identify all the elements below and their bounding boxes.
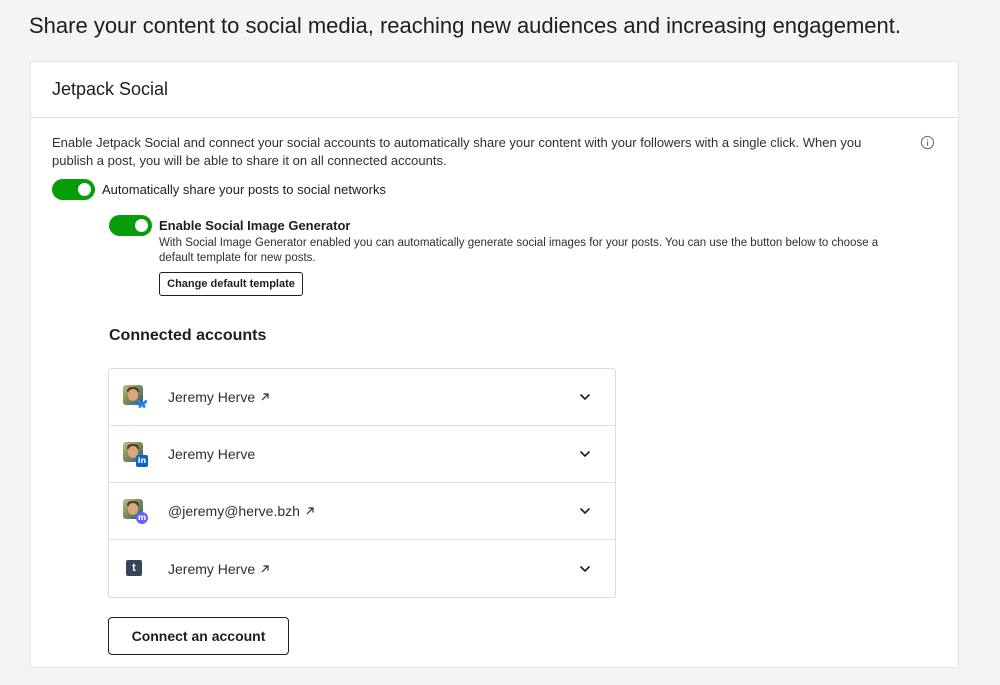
change-default-template-button[interactable]: Change default template — [159, 272, 303, 296]
butterfly-icon — [136, 398, 148, 410]
image-generator-title: Enable Social Image Generator — [159, 218, 351, 233]
page-headline: Share your content to social media, reac… — [29, 13, 901, 38]
info-icon[interactable] — [920, 135, 935, 150]
auto-share-toggle[interactable] — [52, 179, 95, 200]
avatar: m — [123, 499, 148, 524]
card-header: Jetpack Social — [31, 62, 958, 118]
avatar — [123, 385, 147, 409]
account-name: Jeremy Herve — [168, 446, 256, 462]
auto-share-label: Automatically share your posts to social… — [102, 182, 386, 197]
account-row-mastodon[interactable]: m @jeremy@herve.bzh — [109, 483, 615, 540]
account-name: Jeremy Herve — [168, 561, 270, 577]
account-row-bluesky[interactable]: Jeremy Herve — [109, 369, 615, 426]
card-title: Jetpack Social — [52, 79, 169, 99]
account-name: @jeremy@herve.bzh — [168, 503, 315, 519]
account-row-linkedin[interactable]: in Jeremy Herve — [109, 426, 615, 483]
image-generator-description: With Social Image Generator enabled you … — [159, 237, 879, 264]
external-link-icon[interactable] — [305, 506, 315, 516]
external-link-icon[interactable] — [260, 564, 270, 574]
chevron-down-icon[interactable] — [579, 565, 591, 573]
tumblr-icon: t — [126, 560, 142, 576]
external-link-icon[interactable] — [260, 392, 270, 402]
mastodon-icon: m — [136, 512, 148, 524]
avatar: in — [123, 442, 148, 467]
image-generator-toggle[interactable] — [109, 215, 152, 236]
linkedin-icon: in — [136, 455, 148, 467]
toggle-knob — [135, 219, 148, 232]
connected-accounts-list: Jeremy Herve in Jeremy Herve m @jeremy@h… — [108, 368, 616, 598]
jetpack-social-card: Jetpack Social Enable Jetpack Social and… — [30, 61, 959, 668]
account-name: Jeremy Herve — [168, 389, 270, 405]
connected-accounts-title: Connected accounts — [109, 327, 267, 344]
toggle-knob — [78, 183, 91, 196]
connect-account-button[interactable]: Connect an account — [108, 617, 289, 655]
chevron-down-icon[interactable] — [579, 507, 591, 515]
chevron-down-icon[interactable] — [579, 450, 591, 458]
card-description: Enable Jetpack Social and connect your s… — [52, 135, 862, 168]
account-row-tumblr[interactable]: t Jeremy Herve — [109, 540, 615, 597]
chevron-down-icon[interactable] — [579, 393, 591, 401]
